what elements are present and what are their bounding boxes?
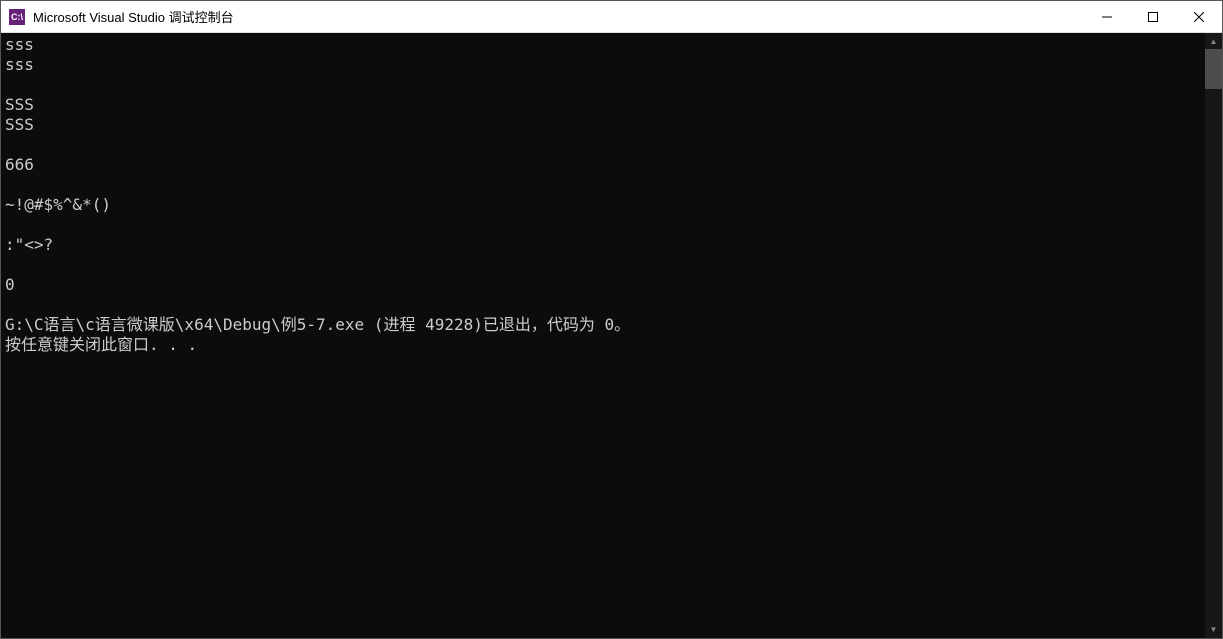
app-icon: C:\: [9, 9, 25, 25]
window-title: Microsoft Visual Studio 调试控制台: [33, 7, 1084, 26]
titlebar[interactable]: C:\ Microsoft Visual Studio 调试控制台: [1, 1, 1222, 33]
minimize-button[interactable]: [1084, 1, 1130, 32]
minimize-icon: [1102, 12, 1112, 22]
window-controls: [1084, 1, 1222, 32]
scroll-down-arrow-icon[interactable]: ▼: [1205, 621, 1222, 638]
maximize-icon: [1148, 12, 1158, 22]
console-area: sss sss SSS SSS 666 ~!@#$%^&*() :"<>? 0 …: [1, 33, 1222, 638]
close-button[interactable]: [1176, 1, 1222, 32]
scroll-thumb[interactable]: [1205, 49, 1222, 89]
console-output[interactable]: sss sss SSS SSS 666 ~!@#$%^&*() :"<>? 0 …: [1, 33, 1205, 638]
scroll-up-arrow-icon[interactable]: ▲: [1205, 33, 1222, 50]
vertical-scrollbar[interactable]: ▲ ▼: [1205, 33, 1222, 638]
maximize-button[interactable]: [1130, 1, 1176, 32]
close-icon: [1194, 12, 1204, 22]
